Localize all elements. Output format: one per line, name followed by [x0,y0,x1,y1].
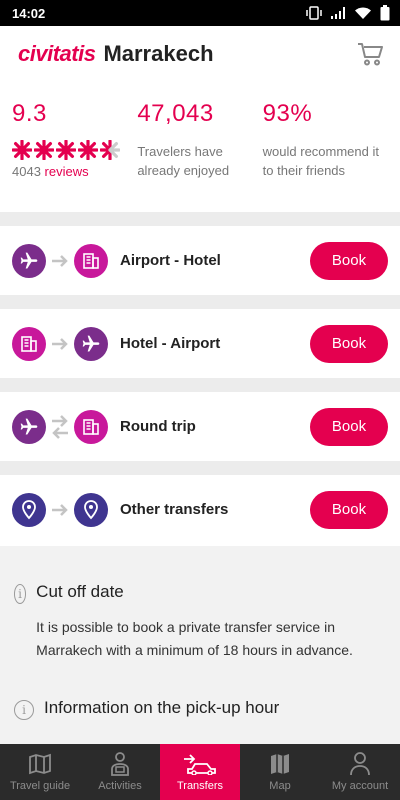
divider [0,212,400,226]
nav-travel-guide[interactable]: Travel guide [0,744,80,800]
map-icon [269,752,291,776]
battery-icon [380,5,390,21]
transfer-label: Hotel - Airport [120,335,221,352]
transfer-hotel-airport[interactable]: Hotel - Airport Book [0,309,400,378]
nav-label: Travel guide [9,780,71,792]
nav-activities[interactable]: Activities [80,744,160,800]
book-button[interactable]: Book [310,490,388,529]
info-icon: i [14,700,34,720]
review-count: 4043 [12,164,41,179]
star-icon [34,140,54,160]
divider [0,378,400,392]
info-title: Information on the pick-up hour [44,698,280,717]
nav-label: Map [269,780,291,792]
user-icon [349,752,371,776]
recommend-value: 93% [262,100,313,127]
arrows-both-ways-icon [49,410,71,444]
wifi-icon [355,7,371,19]
recommend-stat: 93% would recommend it to their friends [263,100,388,212]
star-icon [78,140,98,160]
travelers-value: 47,043 [137,100,214,127]
rating-stars [12,140,137,160]
map-book-icon [28,752,52,776]
arrow-right-icon [49,493,71,527]
info-pickup: i Information on the pick-up hour [14,662,386,720]
transfer-airport-hotel[interactable]: Airport - Hotel Book [0,226,400,295]
nav-my-account[interactable]: My account [320,744,400,800]
status-time: 14:02 [12,5,46,21]
info-content: Information on the pick-up hour [44,662,279,720]
app-header: civitatis Marrakech [0,26,400,82]
building-icon [12,326,46,361]
star-icon [56,140,76,160]
info-content: Cut off date It is possible to book a pr… [36,546,386,662]
info-icon: i [14,584,27,604]
info-section: i Cut off date It is possible to book a … [0,546,400,744]
person-ticket-icon [109,752,131,776]
brand-logo[interactable]: civitatis [18,41,96,67]
transfer-label: Round trip [120,418,196,435]
transfer-label: Other transfers [120,501,229,518]
star-half-icon [100,140,120,160]
bottom-nav: Travel guide Activities Transfers Map My… [0,744,400,800]
status-icons [306,5,390,21]
reviews-label: reviews [44,164,89,179]
rating-value: 9.3 [12,100,47,127]
airplane-icon [12,409,46,444]
transfer-other[interactable]: Other transfers Book [0,475,400,544]
building-icon [74,409,108,444]
nav-map[interactable]: Map [240,744,320,800]
info-cutoff: i Cut off date It is possible to book a … [14,546,386,662]
vibrate-icon [306,6,322,20]
star-icon [12,140,32,160]
location-pin-icon [74,492,108,527]
travelers-text: Travelers have already enjoyed [137,144,230,178]
book-button[interactable]: Book [310,324,388,363]
divider [0,461,400,475]
cart-icon [358,43,383,66]
airplane-icon [74,326,108,361]
airplane-icon [12,243,46,278]
rating-stat: 9.3 4043 reviews [12,100,137,212]
status-bar: 14:02 [0,0,400,26]
arrow-right-icon [49,327,71,361]
info-body: It is possible to book a private transfe… [36,619,353,658]
book-button[interactable]: Book [310,407,388,446]
transfer-car-icon [182,752,218,776]
arrow-right-icon [49,244,71,278]
recommend-text: would recommend it to their friends [262,144,379,178]
travelers-stat: 47,043 Travelers have already enjoyed [137,100,262,212]
building-icon [74,243,108,278]
nav-label: My account [331,780,389,792]
signal-icon [331,7,345,19]
transfer-round-trip[interactable]: Round trip Book [0,392,400,461]
stats-section: 9.3 4043 reviews 47,043 Travelers have a… [0,82,400,212]
location-pin-icon [12,492,46,527]
book-button[interactable]: Book [310,241,388,280]
nav-label: Activities [98,780,142,792]
transfer-label: Airport - Hotel [120,252,221,269]
nav-transfers[interactable]: Transfers [160,744,240,800]
reviews-link[interactable]: 4043 reviews [12,164,137,179]
info-title: Cut off date [36,582,124,601]
page-title: Marrakech [103,41,214,66]
nav-label: Transfers [176,780,224,792]
divider [0,295,400,309]
cart-button[interactable] [354,38,386,70]
